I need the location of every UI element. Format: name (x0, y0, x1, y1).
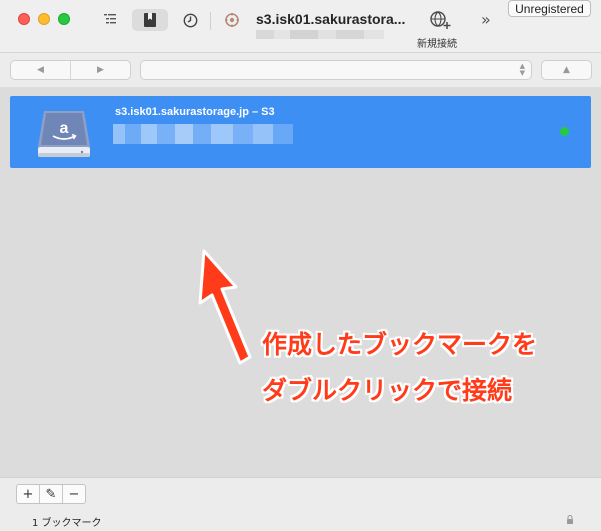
title-bar: s3.isk01.sakurastora... 新規接続 » Unregiste… (0, 0, 601, 53)
unregistered-badge[interactable]: Unregistered (508, 0, 591, 17)
svg-text:a: a (60, 120, 69, 137)
status-bar: 1 ブックマーク (0, 508, 601, 531)
bookmark-count: 1 ブックマーク (32, 518, 102, 529)
globe-plus-icon (430, 11, 451, 29)
path-bar: ◀ ▶ ▲ ▼ ▲ (0, 53, 601, 87)
annotation-line-2: ダブルクリックで接続 (262, 376, 513, 405)
bookmarks-view-button[interactable] (132, 9, 168, 31)
amazon-s3-drive-icon: a (38, 111, 90, 157)
outline-view-button[interactable] (98, 9, 122, 31)
window-subtitle-redacted (256, 30, 384, 39)
bookmark-row[interactable]: a s3.isk01.sakurastorage.jp – S3 (10, 96, 591, 168)
bookmark-actions-bar: + ✎ − (0, 477, 601, 508)
bookmark-detail-redacted (113, 124, 293, 144)
connection-status-indicator (560, 127, 569, 136)
minimize-window-button[interactable] (38, 13, 50, 25)
path-select[interactable]: ▲ ▼ (140, 60, 532, 80)
forward-button[interactable]: ▶ (70, 61, 130, 79)
transfers-icon (225, 13, 239, 27)
annotation-line-1: 作成したブックマークを (262, 330, 538, 359)
new-connection-label[interactable]: 新規接続 (417, 35, 457, 50)
annotation-arrow-icon (198, 249, 252, 365)
edit-bookmark-button[interactable]: ✎ (39, 485, 62, 503)
toolbar-overflow-button[interactable]: » (481, 10, 491, 29)
remove-bookmark-button[interactable]: − (62, 485, 85, 503)
transfers-button[interactable] (220, 9, 244, 31)
add-bookmark-button[interactable]: + (17, 485, 39, 503)
updown-chevron-icon: ▲ ▼ (519, 62, 525, 77)
zoom-window-button[interactable] (58, 13, 70, 25)
lock-icon (567, 515, 573, 524)
navigation-segmented-control: ◀ ▶ (10, 60, 131, 80)
history-clock-icon (183, 13, 197, 27)
back-button[interactable]: ◀ (11, 61, 70, 79)
app-window: s3.isk01.sakurastora... 新規接続 » Unregiste… (0, 0, 601, 531)
toolbar-divider (210, 12, 211, 30)
bookmark-list: a s3.isk01.sakurastorage.jp – S3 作成したブック… (0, 87, 601, 477)
outline-view-icon (104, 14, 116, 24)
new-connection-button[interactable] (428, 9, 454, 31)
bookmarks-icon (144, 13, 156, 27)
window-title: s3.isk01.sakurastora... (256, 11, 406, 27)
parent-directory-button[interactable]: ▲ (541, 60, 592, 80)
bookmark-name: s3.isk01.sakurastorage.jp – S3 (115, 106, 275, 118)
history-view-button[interactable] (178, 9, 202, 31)
bookmark-actions-group: + ✎ − (16, 484, 86, 504)
close-window-button[interactable] (18, 13, 30, 25)
